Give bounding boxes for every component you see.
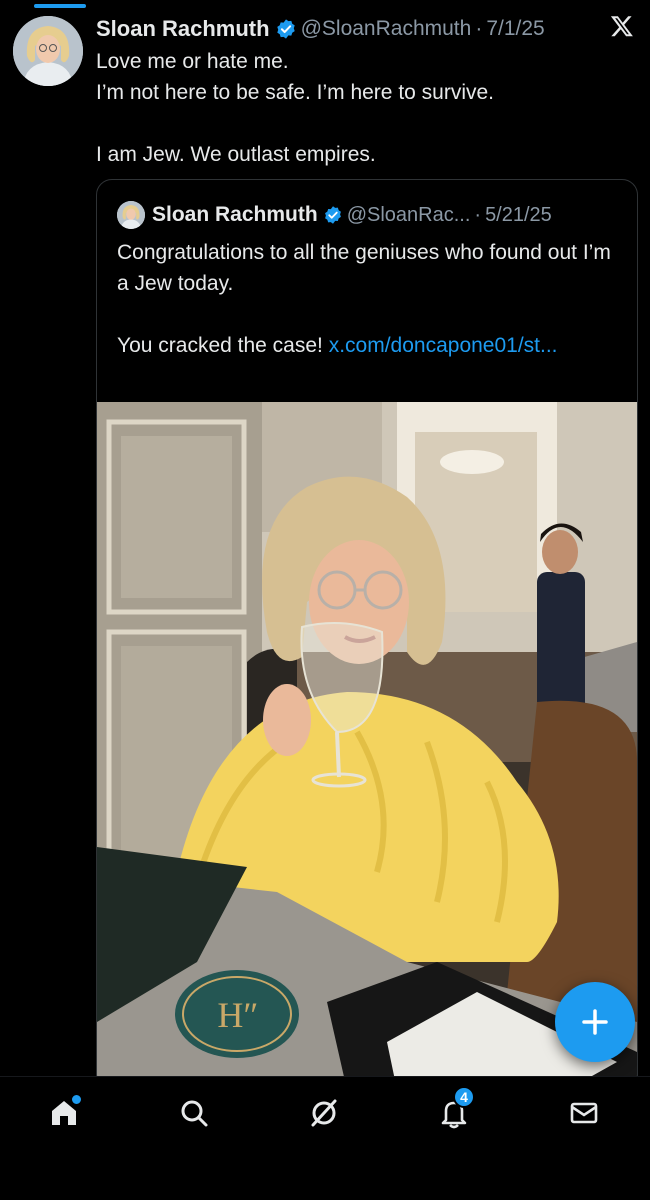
coaster-text: Hʺ bbox=[217, 995, 257, 1035]
author-name[interactable]: Sloan Rachmuth bbox=[96, 16, 270, 42]
nav-grok[interactable] bbox=[306, 1095, 342, 1131]
verified-badge-icon bbox=[276, 19, 295, 39]
grok-icon bbox=[311, 1099, 337, 1127]
nav-home[interactable] bbox=[46, 1093, 83, 1131]
tweet-header: Sloan Rachmuth @SloanRachmuth · 7/1/25 bbox=[96, 12, 632, 46]
quoted-tweet[interactable]: Sloan Rachmuth @SloanRac... · 5/21/25 Co… bbox=[96, 179, 638, 1091]
separator-dot: · bbox=[474, 203, 482, 226]
compose-button[interactable] bbox=[555, 982, 635, 1062]
tweet-date[interactable]: 7/1/25 bbox=[486, 17, 544, 41]
new-posts-dot bbox=[70, 1093, 83, 1106]
tweet-line: I’m not here to be safe. I’m here to sur… bbox=[96, 81, 495, 104]
quoted-link[interactable]: x.com/doncapone01/st... bbox=[329, 334, 558, 357]
quoted-line: You cracked the case! x.com/doncapone01/… bbox=[117, 330, 617, 361]
nav-messages[interactable] bbox=[566, 1095, 602, 1131]
tweet-text: Love me or hate me. I’m not here to be s… bbox=[96, 46, 616, 170]
tweet-photo[interactable]: Hʺ bbox=[97, 402, 637, 1090]
tab-indicator bbox=[34, 4, 86, 8]
quoted-line: Congratulations to all the geniuses who … bbox=[117, 241, 611, 295]
quoted-tweet-header: Sloan Rachmuth @SloanRac... · 5/21/25 bbox=[117, 200, 552, 230]
plus-icon bbox=[582, 1009, 608, 1035]
separator-dot: · bbox=[475, 17, 483, 40]
quoted-tweet-text: Congratulations to all the geniuses who … bbox=[117, 237, 617, 361]
nav-notifications[interactable]: 4 bbox=[436, 1086, 475, 1131]
quoted-avatar bbox=[117, 201, 145, 229]
x-logo-icon[interactable] bbox=[610, 14, 634, 38]
author-handle[interactable]: @SloanRachmuth bbox=[301, 17, 472, 41]
search-icon bbox=[181, 1100, 208, 1127]
quoted-author-handle: @SloanRac... bbox=[346, 203, 471, 226]
tweet-line: Love me or hate me. bbox=[96, 50, 289, 73]
avatar[interactable] bbox=[13, 16, 83, 86]
quoted-line-text: You cracked the case! bbox=[117, 334, 323, 357]
notifications-count-badge: 4 bbox=[453, 1086, 475, 1108]
messages-icon bbox=[570, 1102, 598, 1124]
nav-search[interactable] bbox=[176, 1095, 212, 1131]
quoted-author-name: Sloan Rachmuth bbox=[152, 203, 318, 226]
verified-badge-icon bbox=[324, 206, 341, 224]
quoted-tweet-date: 5/21/25 bbox=[485, 203, 552, 226]
tweet-line: I am Jew. We outlast empires. bbox=[96, 143, 376, 166]
bottom-nav: 4 bbox=[0, 1076, 650, 1200]
